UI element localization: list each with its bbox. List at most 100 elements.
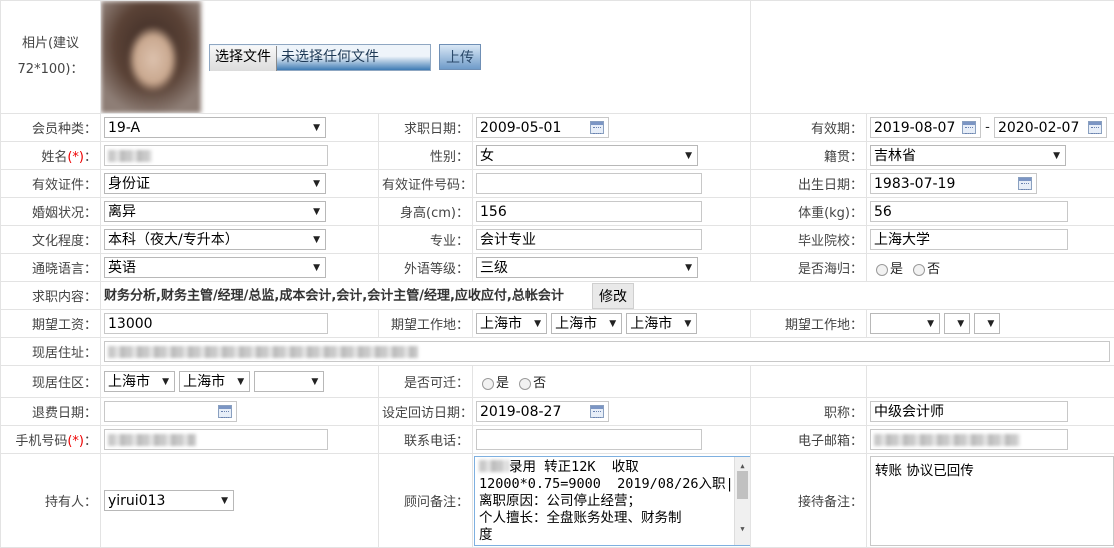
consultant-note-label: 顾问备注：	[379, 454, 473, 548]
chevron-down-icon: ▼	[684, 314, 691, 334]
school-input[interactable]: 上海大学	[870, 229, 1068, 250]
id-type-select[interactable]: 身份证▼	[104, 173, 326, 194]
birth-date-label: 出生日期：	[751, 170, 867, 198]
consultant-note-textarea[interactable]: 录用 转正12K 收取 12000*0.75=9000 2019/08/26入职…	[474, 456, 751, 546]
calendar-icon[interactable]	[590, 121, 604, 134]
apply-date-label: 求职日期：	[379, 114, 473, 142]
expected-location2-district-select[interactable]: ▼	[974, 313, 1000, 334]
name-input[interactable]	[104, 145, 328, 166]
resume-form: 相片(建议72*100)： 选择文件未选择任何文件 上传 会员种类： 19-A▼…	[0, 0, 1114, 548]
chevron-down-icon: ▼	[311, 372, 318, 392]
apply-date-input[interactable]: 2009-05-01	[476, 117, 609, 138]
calendar-icon[interactable]	[218, 405, 232, 418]
holder-select[interactable]: yirui013▼	[104, 490, 234, 511]
returnee-yes-radio[interactable]	[876, 264, 888, 276]
photo-right-empty	[751, 1, 1114, 114]
note-scrollbar[interactable]: ▲▼	[734, 457, 750, 545]
refund-date-label: 退费日期：	[1, 398, 101, 426]
residence-district-select[interactable]: ▼	[254, 371, 324, 392]
modify-job-content-button[interactable]: 修改	[592, 283, 634, 309]
expected-salary-label: 期望工资：	[1, 310, 101, 338]
upload-button[interactable]: 上传	[439, 44, 481, 70]
email-input[interactable]	[870, 429, 1068, 450]
language-label: 通晓语言：	[1, 254, 101, 282]
chevron-down-icon: ▼	[313, 174, 320, 194]
chevron-down-icon: ▼	[609, 314, 616, 334]
expected-location2-province-select[interactable]: ▼	[870, 313, 940, 334]
photo-avatar	[101, 1, 201, 113]
refund-date-input[interactable]	[104, 401, 237, 422]
reception-note-textarea[interactable]: 转账 协议已回传	[870, 456, 1114, 546]
email-label: 电子邮箱：	[751, 426, 867, 454]
phone-input[interactable]	[476, 429, 702, 450]
major-input[interactable]: 会计专业	[476, 229, 702, 250]
foreign-level-label: 外语等级：	[379, 254, 473, 282]
expected-location2-city-select[interactable]: ▼	[944, 313, 970, 334]
calendar-icon[interactable]	[1088, 121, 1102, 134]
chevron-down-icon: ▼	[313, 118, 320, 138]
member-type-label: 会员种类：	[1, 114, 101, 142]
height-label: 身高(cm)：	[379, 198, 473, 226]
calendar-icon[interactable]	[1018, 177, 1032, 190]
chevron-down-icon: ▼	[685, 146, 692, 166]
expected-location-province-select[interactable]: 上海市▼	[476, 313, 547, 334]
scroll-down-icon: ▼	[735, 521, 750, 533]
scroll-up-icon: ▲	[735, 458, 750, 470]
chevron-down-icon: ▼	[313, 258, 320, 278]
job-content-cell: 财务分析,财务主管/经理/总监,成本会计,会计,会计主管/经理,应收应付,总帐会…	[101, 282, 1114, 310]
choose-file-button[interactable]: 选择文件	[210, 46, 277, 71]
returnee-no-label: 否	[927, 262, 940, 277]
validity-from-input[interactable]: 2019-08-07	[870, 117, 981, 138]
title-label: 职称：	[751, 398, 867, 426]
validity-label: 有效期：	[751, 114, 867, 142]
title-input[interactable]: 中级会计师	[870, 401, 1068, 422]
returnee-yes-label: 是	[890, 262, 903, 277]
id-number-input[interactable]	[476, 173, 702, 194]
revisit-date-label: 设定回访日期：	[379, 398, 473, 426]
chevron-down-icon: ▼	[987, 314, 994, 334]
chevron-down-icon: ▼	[927, 314, 934, 334]
native-place-select[interactable]: 吉林省▼	[870, 145, 1066, 166]
id-number-label: 有效证件号码：	[379, 170, 473, 198]
chevron-down-icon: ▼	[221, 491, 228, 511]
expected-salary-input[interactable]: 13000	[104, 313, 328, 334]
birth-date-input[interactable]: 1983-07-19	[870, 173, 1037, 194]
member-type-select[interactable]: 19-A▼	[104, 117, 326, 138]
returnee-no-radio[interactable]	[913, 264, 925, 276]
name-label: 姓名(*)：	[1, 142, 101, 170]
mobile-label: 手机号码(*)：	[1, 426, 101, 454]
residence-province-select[interactable]: 上海市▼	[104, 371, 175, 392]
weight-input[interactable]: 56	[870, 201, 1068, 222]
native-place-label: 籍贯：	[751, 142, 867, 170]
relocate-no-radio[interactable]	[519, 378, 531, 390]
chevron-down-icon: ▼	[1053, 146, 1060, 166]
height-input[interactable]: 156	[476, 201, 702, 222]
foreign-level-select[interactable]: 三级▼	[476, 257, 698, 278]
calendar-icon[interactable]	[962, 121, 976, 134]
gender-select[interactable]: 女▼	[476, 145, 698, 166]
residence-label: 现居住区：	[1, 366, 101, 398]
major-label: 专业：	[379, 226, 473, 254]
chevron-down-icon: ▼	[162, 372, 169, 392]
calendar-icon[interactable]	[590, 405, 604, 418]
expected-location-district-select[interactable]: 上海市▼	[626, 313, 697, 334]
residence-city-select[interactable]: 上海市▼	[179, 371, 250, 392]
expected-location-city-select[interactable]: 上海市▼	[551, 313, 622, 334]
revisit-date-input[interactable]: 2019-08-27	[476, 401, 609, 422]
relocate-yes-radio[interactable]	[482, 378, 494, 390]
returnee-label: 是否海归：	[751, 254, 867, 282]
job-content-text: 财务分析,财务主管/经理/总监,成本会计,会计,会计主管/经理,应收应付,总帐会…	[104, 288, 564, 303]
no-file-text: 未选择任何文件	[277, 45, 379, 70]
language-select[interactable]: 英语▼	[104, 257, 326, 278]
expected-location2-label: 期望工作地：	[751, 310, 867, 338]
school-label: 毕业院校：	[751, 226, 867, 254]
marital-select[interactable]: 离异▼	[104, 201, 326, 222]
file-picker[interactable]: 选择文件未选择任何文件	[209, 44, 431, 71]
chevron-down-icon: ▼	[237, 372, 244, 392]
education-select[interactable]: 本科（夜大/专升本）▼	[104, 229, 326, 250]
address-input[interactable]	[104, 341, 1110, 362]
mobile-input[interactable]	[104, 429, 328, 450]
validity-to-input[interactable]: 2020-02-07	[994, 117, 1107, 138]
chevron-down-icon: ▼	[313, 230, 320, 250]
chevron-down-icon: ▼	[957, 314, 964, 334]
